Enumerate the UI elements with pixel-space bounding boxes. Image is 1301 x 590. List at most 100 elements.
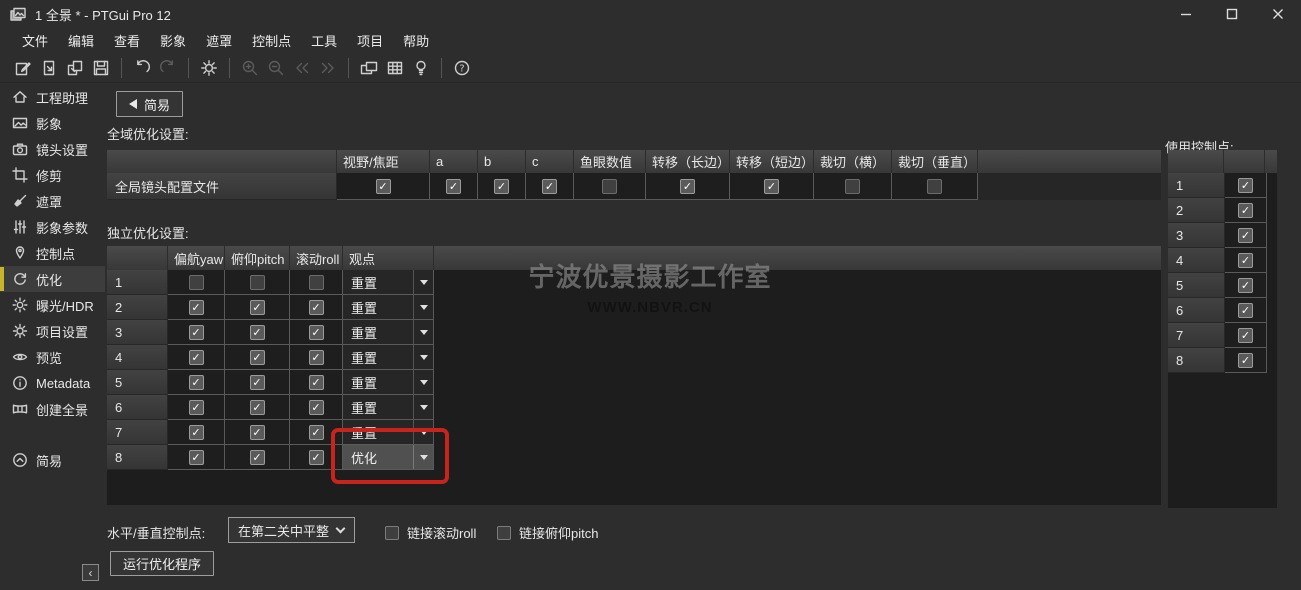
viewpoint-dropdown-row8[interactable]: 优化 (343, 445, 433, 469)
checkbox-pitch[interactable] (250, 325, 265, 340)
checkbox-yaw[interactable] (189, 375, 204, 390)
edit-project-icon[interactable] (10, 56, 36, 80)
viewpoint-dropdown[interactable]: 重置 (343, 370, 433, 394)
back-to-simple-button[interactable]: 简易 (116, 91, 183, 117)
maximize-button[interactable] (1209, 0, 1255, 28)
sidebar-item-create-panorama[interactable]: 创建全景 (0, 396, 105, 422)
use-cp-checkbox[interactable] (1238, 228, 1253, 243)
zoom-in-icon[interactable] (237, 56, 263, 80)
use-cp-checkbox[interactable] (1238, 328, 1253, 343)
checkbox-roll[interactable] (309, 275, 324, 290)
import-icon[interactable] (36, 56, 62, 80)
checkbox-pitch[interactable] (250, 300, 265, 315)
sidebar-item-project-settings[interactable]: 项目设置 (0, 318, 105, 344)
checkbox-c[interactable] (542, 179, 557, 194)
sidebar-item-preview[interactable]: 预览 (0, 344, 105, 370)
checkbox-pitch[interactable] (250, 375, 265, 390)
checkbox-roll[interactable] (309, 325, 324, 340)
checkbox-a[interactable] (446, 179, 461, 194)
viewpoint-dropdown[interactable]: 重置 (343, 320, 433, 344)
sidebar-item-images[interactable]: 影象 (0, 110, 105, 136)
checkbox-yaw[interactable] (189, 325, 204, 340)
use-cp-checkbox[interactable] (1238, 303, 1253, 318)
viewpoint-dropdown[interactable]: 重置 (343, 270, 433, 294)
batch-builder-icon[interactable] (62, 56, 88, 80)
sidebar-item-lens-settings[interactable]: 镜头设置 (0, 136, 105, 162)
viewpoint-dropdown[interactable]: 重置 (343, 345, 433, 369)
sidebar-item-project-assistant[interactable]: 工程助理 (0, 84, 105, 110)
menu-edit[interactable]: 编辑 (58, 28, 104, 53)
viewpoint-dropdown[interactable]: 重置 (343, 395, 433, 419)
checkbox-shear-v[interactable] (927, 179, 942, 194)
sidebar-item-metadata[interactable]: Metadata (0, 370, 105, 396)
sidebar-item-simple[interactable]: 简易 (0, 447, 105, 473)
checkbox-roll[interactable] (309, 450, 324, 465)
minimize-button[interactable] (1163, 0, 1209, 28)
control-point-assistant-icon[interactable] (408, 56, 434, 80)
menu-project[interactable]: 项目 (347, 28, 393, 53)
undo-icon[interactable] (129, 56, 155, 80)
checkbox-roll[interactable] (309, 375, 324, 390)
hv-control-points-dropdown[interactable]: 在第二关中平整 (228, 517, 355, 543)
use-cp-checkbox[interactable] (1238, 178, 1253, 193)
use-cp-checkbox[interactable] (1238, 353, 1253, 368)
sidebar-item-image-parameters[interactable]: 影象参数 (0, 214, 105, 240)
checkbox-pitch[interactable] (250, 425, 265, 440)
checkbox-yaw[interactable] (189, 275, 204, 290)
sidebar-item-optimizer[interactable]: 优化 (0, 266, 105, 292)
settings-gear-icon[interactable] (196, 56, 222, 80)
sidebar-item-mask[interactable]: 遮罩 (0, 188, 105, 214)
previous-icon[interactable] (289, 56, 315, 80)
checkbox-roll[interactable] (309, 425, 324, 440)
checkbox-yaw[interactable] (189, 450, 204, 465)
menu-mask[interactable]: 遮罩 (196, 28, 242, 53)
link-pitch-checkbox-group[interactable]: 链接俯仰pitch (497, 523, 598, 542)
detail-viewer-icon[interactable] (382, 56, 408, 80)
viewpoint-dropdown[interactable]: 重置 (343, 295, 433, 319)
checkbox-roll[interactable] (309, 300, 324, 315)
checkbox-pitch[interactable] (250, 450, 265, 465)
checkbox-yaw[interactable] (189, 350, 204, 365)
checkbox-shift-long[interactable] (680, 179, 695, 194)
checkbox-fov[interactable] (376, 179, 391, 194)
checkbox-yaw[interactable] (189, 400, 204, 415)
link-roll-checkbox[interactable] (385, 526, 399, 540)
menu-file[interactable]: 文件 (12, 28, 58, 53)
zoom-out-icon[interactable] (263, 56, 289, 80)
checkbox-pitch[interactable] (250, 350, 265, 365)
checkbox-shift-short[interactable] (764, 179, 779, 194)
checkbox-fisheye[interactable] (602, 179, 617, 194)
menu-help[interactable]: 帮助 (393, 28, 439, 53)
save-icon[interactable] (88, 56, 114, 80)
use-cp-checkbox[interactable] (1238, 203, 1253, 218)
menu-view[interactable]: 查看 (104, 28, 150, 53)
checkbox-shear-h[interactable] (845, 179, 860, 194)
checkbox-roll[interactable] (309, 400, 324, 415)
checkbox-roll[interactable] (309, 350, 324, 365)
checkbox-pitch[interactable] (250, 275, 265, 290)
checkbox-yaw[interactable] (189, 300, 204, 315)
sidebar-item-control-points[interactable]: 控制点 (0, 240, 105, 266)
sidebar-item-exposure-hdr[interactable]: 曝光/HDR (0, 292, 105, 318)
chevron-down-icon (414, 445, 433, 469)
link-roll-checkbox-group[interactable]: 链接滚动roll (385, 523, 476, 542)
link-pitch-checkbox[interactable] (497, 526, 511, 540)
checkbox-pitch[interactable] (250, 400, 265, 415)
sidebar-item-crop[interactable]: 修剪 (0, 162, 105, 188)
use-cp-checkbox[interactable] (1238, 253, 1253, 268)
panorama-editor-icon[interactable] (356, 56, 382, 80)
next-icon[interactable] (315, 56, 341, 80)
checkbox-b[interactable] (494, 179, 509, 194)
row-number: 1 (1168, 173, 1225, 198)
help-icon[interactable]: ? (449, 56, 475, 80)
use-cp-checkbox[interactable] (1238, 278, 1253, 293)
menu-tools[interactable]: 工具 (301, 28, 347, 53)
menu-control-points[interactable]: 控制点 (242, 28, 301, 53)
close-button[interactable] (1255, 0, 1301, 28)
redo-icon[interactable] (155, 56, 181, 80)
viewpoint-dropdown[interactable]: 重置 (343, 420, 433, 444)
checkbox-yaw[interactable] (189, 425, 204, 440)
menu-images[interactable]: 影象 (150, 28, 196, 53)
run-optimizer-button[interactable]: 运行优化程序 (110, 551, 214, 576)
sidebar-collapse-button[interactable]: ‹ (82, 564, 99, 581)
